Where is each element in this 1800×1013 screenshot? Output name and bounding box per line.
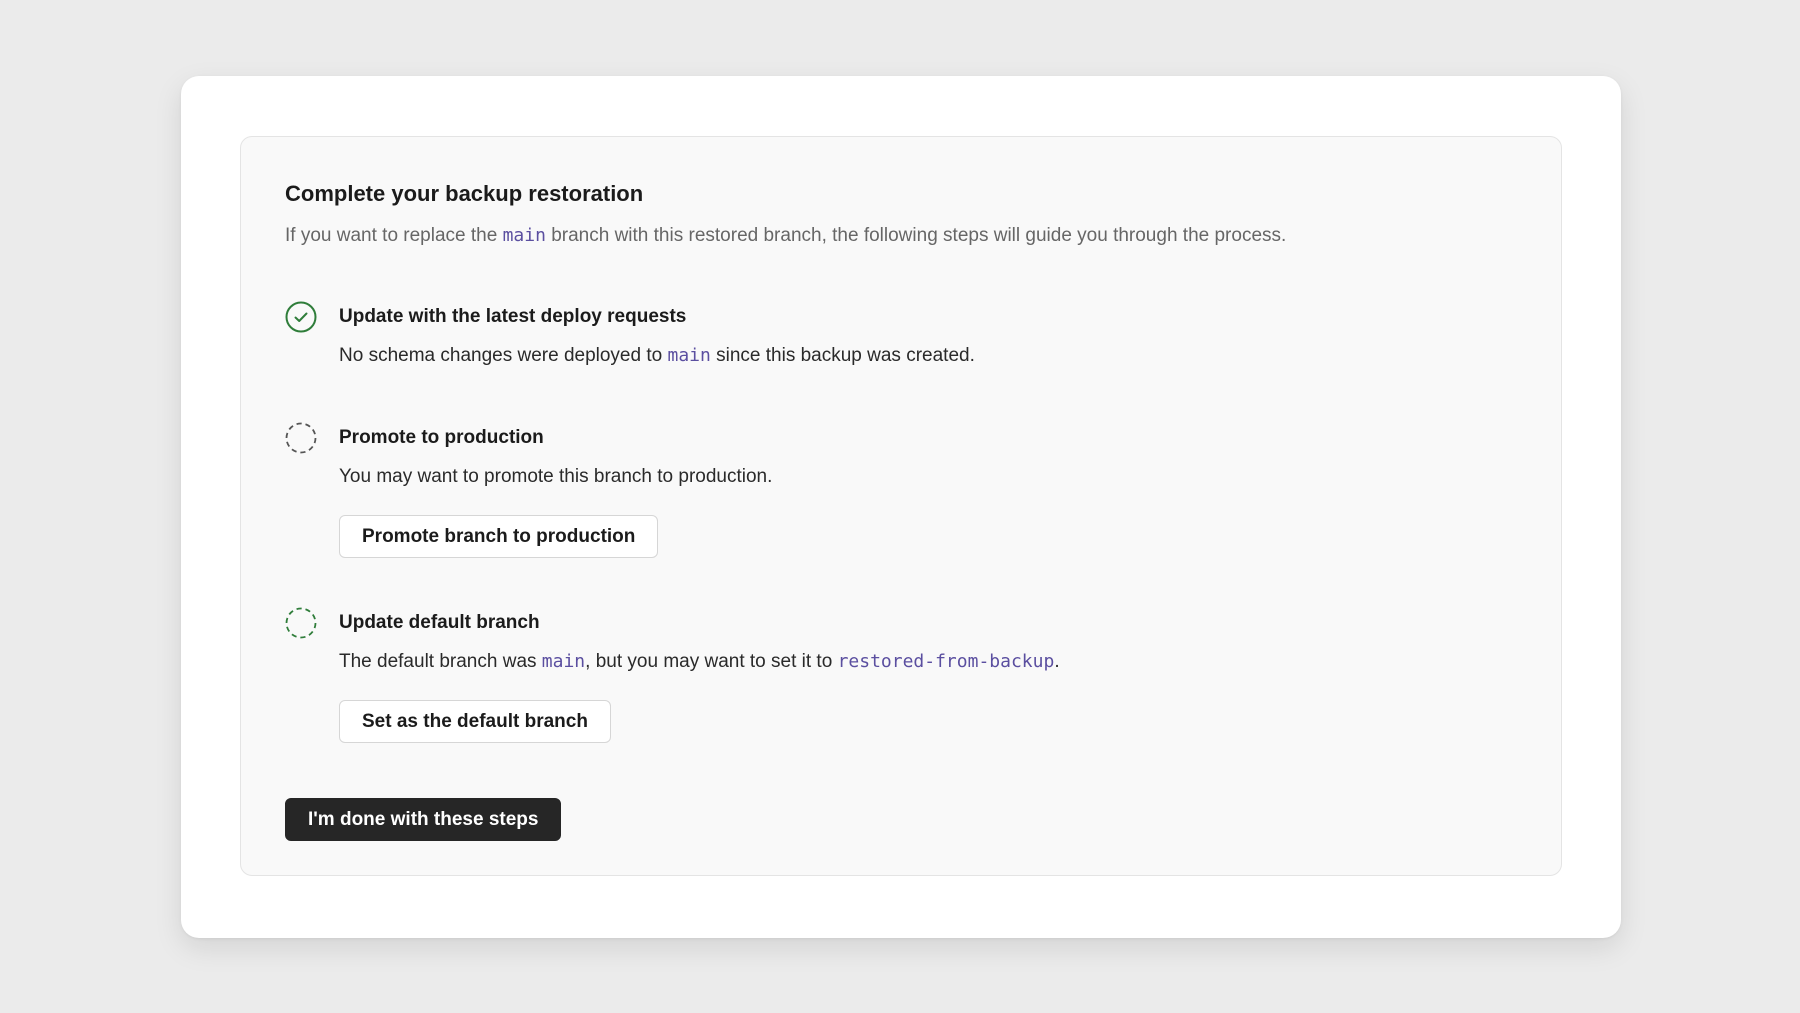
step-description-start: No schema changes were deployed to [339,345,668,366]
step-description: No schema changes were deployed to main … [339,345,975,367]
set-default-branch-button[interactable]: Set as the default branch [339,700,611,743]
restoration-card: Complete your backup restoration If you … [181,76,1621,938]
step-title: Update default branch [339,612,540,633]
step-title: Promote to production [339,427,544,448]
step-description-middle: , but you may want to set it to [585,651,838,672]
step-restored-branch-code: restored-from-backup [837,651,1055,672]
intro-text-start: If you want to replace the [285,225,503,246]
step-description: You may want to promote this branch to p… [339,466,773,487]
intro-branch-code: main [502,225,546,246]
page-title: Complete your backup restoration [285,181,644,206]
step-description-start: The default branch was [339,651,542,672]
step-description-end: . [1054,651,1060,672]
dashed-circle-icon [285,607,317,639]
dashed-circle-icon [285,422,317,454]
step-title: Update with the latest deploy requests [339,306,687,327]
check-circle-icon [285,301,317,333]
step-branch-code: main [667,345,711,366]
intro-text-end: branch with this restored branch, the fo… [545,225,1287,246]
restoration-panel: Complete your backup restoration If you … [240,136,1562,876]
step-current-branch-code: main [541,651,586,672]
done-button[interactable]: I'm done with these steps [285,798,562,841]
step-description-end: since this backup was created. [710,345,975,366]
intro-text: If you want to replace the main branch w… [285,225,1286,247]
step-description: The default branch was main, but you may… [339,651,1060,673]
promote-branch-button[interactable]: Promote branch to production [339,515,659,558]
